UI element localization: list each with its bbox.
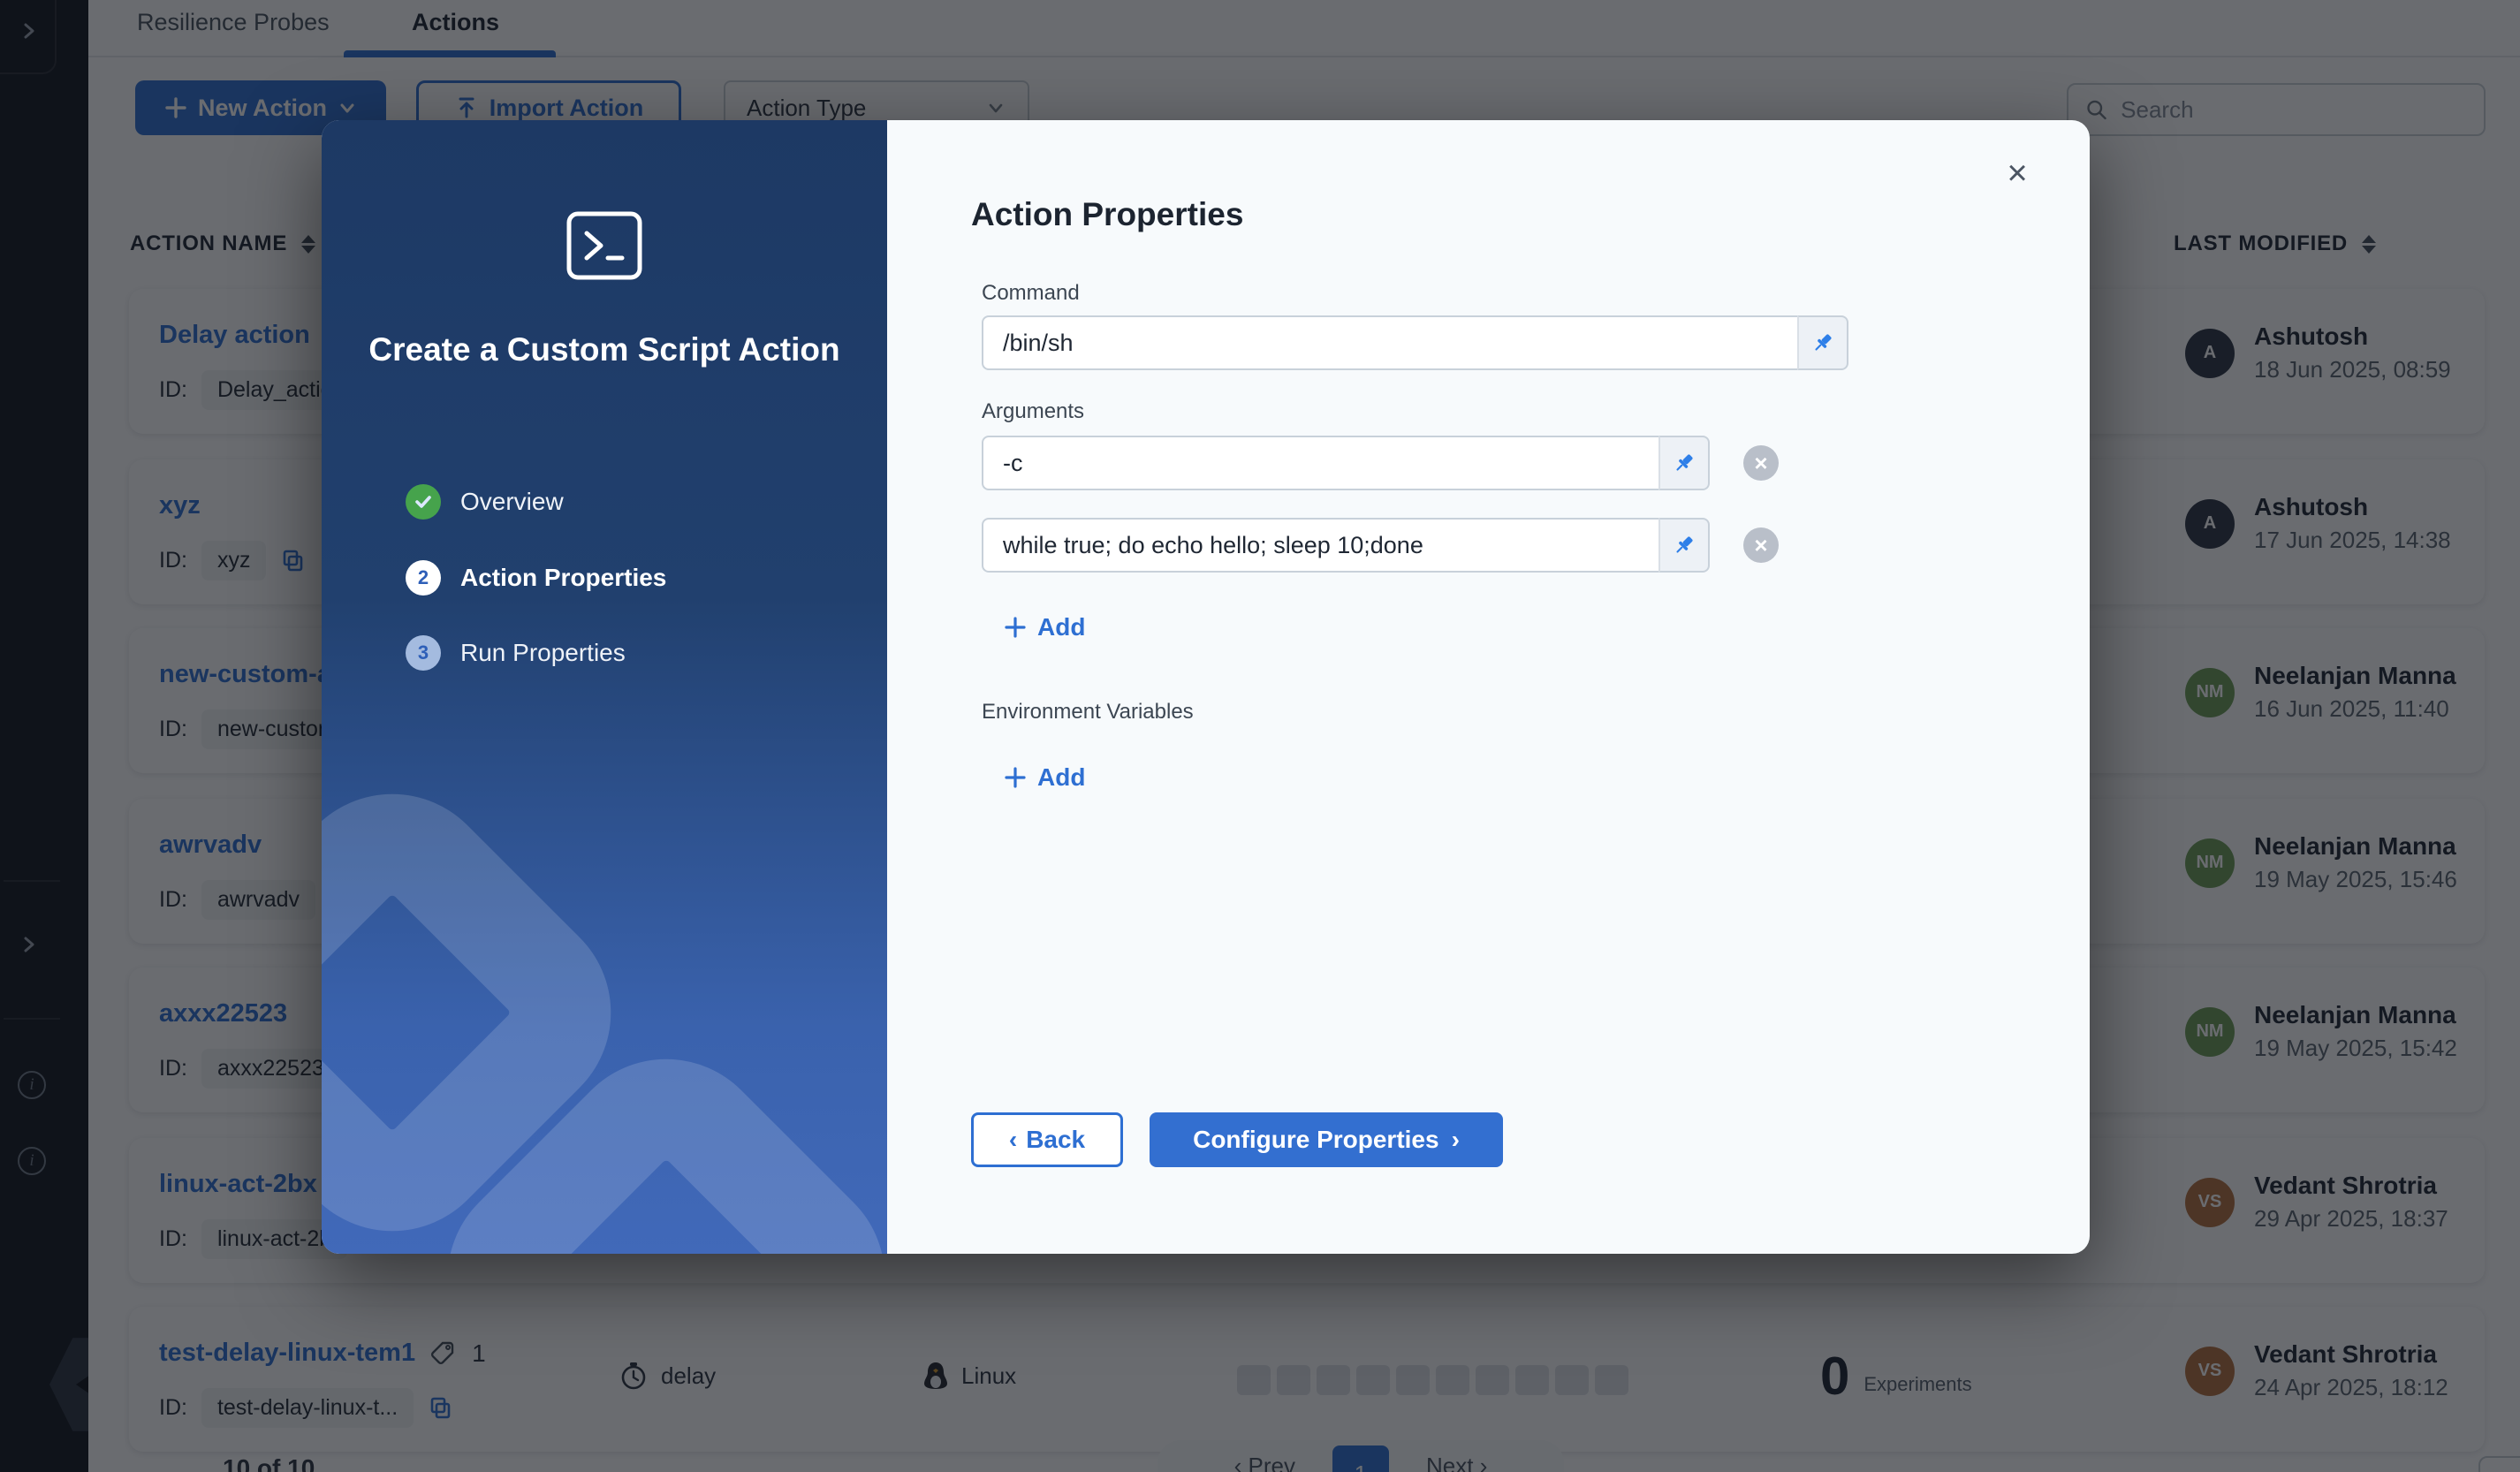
modal-heading: Action Properties xyxy=(971,196,1243,233)
wizard-left-panel: Create a Custom Script Action Overview 2… xyxy=(322,120,887,1254)
add-env-variable-button[interactable]: Add xyxy=(1004,763,1085,792)
add-argument-button[interactable]: Add xyxy=(1004,613,1085,641)
step-overview[interactable]: Overview xyxy=(406,484,564,520)
command-input[interactable] xyxy=(982,315,1797,370)
step-action-properties[interactable]: 2 Action Properties xyxy=(406,560,666,596)
remove-argument-button[interactable]: × xyxy=(1743,527,1779,563)
step-label: Action Properties xyxy=(460,564,666,592)
pin-button[interactable] xyxy=(1658,518,1710,573)
step-label: Overview xyxy=(460,488,564,516)
wizard-title: Create a Custom Script Action xyxy=(357,329,852,371)
remove-argument-button[interactable]: × xyxy=(1743,445,1779,481)
back-button[interactable]: ‹ Back xyxy=(971,1112,1123,1167)
step-run-properties[interactable]: 3 Run Properties xyxy=(406,635,626,671)
terminal-icon xyxy=(565,210,643,281)
plus-icon xyxy=(1004,766,1027,789)
configure-properties-button[interactable]: Configure Properties › xyxy=(1150,1112,1503,1167)
argument-input[interactable] xyxy=(982,518,1658,573)
pushpin-icon xyxy=(1810,330,1835,355)
plus-icon xyxy=(1004,616,1027,639)
close-icon[interactable]: × xyxy=(1996,152,2038,194)
env-variables-label: Environment Variables xyxy=(982,700,1194,725)
argument-field-row: × xyxy=(982,436,1779,490)
argument-input[interactable] xyxy=(982,436,1658,490)
pushpin-icon xyxy=(1672,451,1696,475)
step-done-check-icon xyxy=(406,484,441,520)
create-custom-script-action-modal: Create a Custom Script Action Overview 2… xyxy=(322,120,2090,1254)
argument-field-row: × xyxy=(982,518,1779,573)
pin-button[interactable] xyxy=(1658,436,1710,490)
command-label: Command xyxy=(982,281,1080,306)
pin-button[interactable] xyxy=(1797,315,1848,370)
step-label: Run Properties xyxy=(460,639,626,667)
arguments-label: Arguments xyxy=(982,399,1084,424)
pushpin-icon xyxy=(1672,533,1696,558)
command-field-row xyxy=(982,315,1848,370)
app-screen: i i Resilience Probes Actions New Action… xyxy=(0,0,2520,1472)
step-number: 2 xyxy=(406,560,441,596)
step-number: 3 xyxy=(406,635,441,671)
